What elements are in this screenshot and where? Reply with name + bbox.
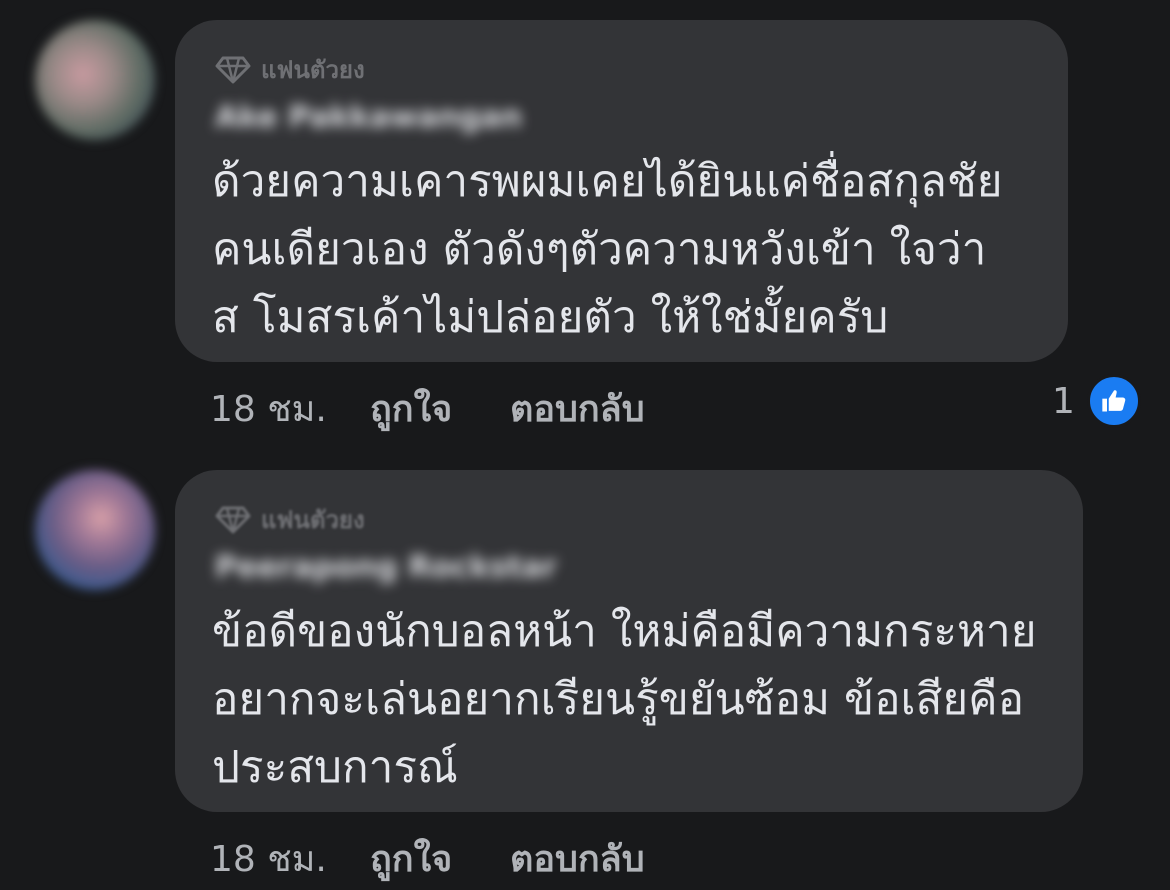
author-name[interactable]: Peerapong Rockstar bbox=[215, 550, 600, 585]
reply-button[interactable]: ตอบกลับ bbox=[510, 380, 645, 437]
author-name[interactable]: Ake Pakkawangan bbox=[215, 100, 522, 135]
avatar[interactable] bbox=[35, 470, 155, 590]
comment-actions: 18 ชม. ถูกใจ ตอบกลับ bbox=[210, 380, 645, 437]
comment-bubble: แฟนตัวยง Peerapong Rockstar ข้อดีของนักบ… bbox=[175, 470, 1083, 812]
comment-text: ข้อดีของนักบอลหน้า ใหม่คือมีความกระหายอย… bbox=[212, 598, 1036, 802]
avatar[interactable] bbox=[35, 20, 155, 140]
comment-line: ด้วยความเคารพผมเคยได้ยินแค่ชื่อสกุลชัย bbox=[212, 156, 1003, 207]
fan-badge: แฟนตัวยง bbox=[215, 500, 365, 539]
reaction-count: 1 bbox=[1052, 380, 1075, 422]
comment-line: ข้อดีของนักบอลหน้า ใหม่คือมีความกระหาย bbox=[212, 606, 1037, 657]
reply-button[interactable]: ตอบกลับ bbox=[510, 830, 645, 887]
diamond-icon bbox=[215, 56, 251, 84]
comment-bubble: แฟนตัวยง Ake Pakkawangan ด้วยความเคารพผม… bbox=[175, 20, 1068, 362]
comment-text: ด้วยความเคารพผมเคยได้ยินแค่ชื่อสกุลชัยคน… bbox=[212, 148, 1003, 352]
comment-line: ส โมสรเค้าไม่ปล่อยตัว ให้ใช่มั้ยครับ bbox=[212, 292, 889, 343]
reaction-summary[interactable]: 1 bbox=[1052, 374, 1141, 428]
comment-line: คนเดียวเอง ตัวดังๆตัวความหวังเข้า ใจว่า bbox=[212, 224, 987, 275]
comment-line: ประสบการณ์ bbox=[212, 742, 458, 793]
comment-line: อยากจะเล่นอยากเรียนรู้ขยันซ้อม ข้อเสียคื… bbox=[212, 674, 1025, 725]
badge-label: แฟนตัวยง bbox=[261, 56, 365, 84]
like-button[interactable]: ถูกใจ bbox=[370, 380, 510, 437]
fan-badge: แฟนตัวยง bbox=[215, 50, 365, 89]
like-button[interactable]: ถูกใจ bbox=[370, 830, 510, 887]
badge-label: แฟนตัวยง bbox=[261, 506, 365, 534]
diamond-icon bbox=[215, 506, 251, 534]
timestamp[interactable]: 18 ชม. bbox=[210, 380, 370, 437]
thumbs-up-icon bbox=[1086, 374, 1141, 428]
comment-actions: 18 ชม. ถูกใจ ตอบกลับ bbox=[210, 830, 645, 887]
timestamp[interactable]: 18 ชม. bbox=[210, 830, 370, 887]
